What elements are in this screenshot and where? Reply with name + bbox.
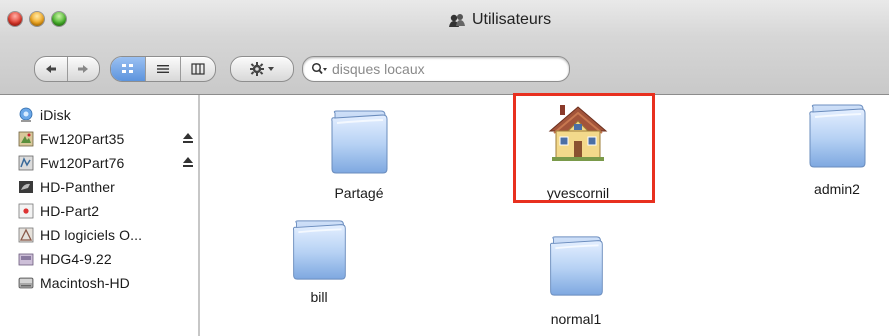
back-forward-control [34, 56, 100, 82]
folder-item-admin2[interactable]: admin2 [772, 103, 889, 213]
hard-drive-icon [18, 253, 34, 266]
item-label: normal1 [550, 311, 602, 327]
icon-view-icon [122, 64, 133, 73]
folder-icon [289, 219, 349, 281]
sidebar-item-label: Macintosh-HD [40, 275, 130, 291]
sidebar-item-fw120part35[interactable]: Fw120Part35 [18, 128, 198, 150]
sidebar-item-hd-logiciels[interactable]: HD logiciels O... [18, 224, 198, 246]
item-label: Partagé [334, 185, 384, 201]
firewire-drive-icon [18, 131, 34, 147]
sidebar-item-hdg4[interactable]: HDG4-9.22 [18, 248, 198, 270]
sidebar-item-label: Fw120Part76 [40, 155, 125, 171]
sidebar-item-fw120part76[interactable]: Fw120Part76 [18, 152, 198, 174]
eject-icon[interactable] [182, 155, 194, 169]
action-menu-cell[interactable] [231, 57, 293, 81]
sidebar-item-label: iDisk [40, 107, 71, 123]
sidebar-item-macintosh-hd[interactable]: Macintosh-HD [18, 272, 198, 294]
idisk-icon [19, 107, 33, 122]
search-field[interactable]: disques locaux [302, 56, 570, 82]
gear-icon [250, 62, 274, 76]
search-icon [311, 62, 327, 75]
sidebar-item-hd-panther[interactable]: HD-Panther [18, 176, 198, 198]
list-view-icon [157, 65, 169, 73]
hard-drive-icon [18, 227, 34, 243]
sidebar-item-label: HD-Panther [40, 179, 115, 195]
search-placeholder: disques locaux [332, 61, 425, 77]
folder-icon [329, 109, 389, 175]
back-button[interactable] [35, 57, 68, 81]
forward-arrow-icon [78, 65, 89, 73]
sidebar-item-label: HD-Part2 [40, 203, 100, 219]
sidebar: iDisk Fw120Part35 Fw120Part76 HD-Panther… [0, 95, 200, 336]
back-arrow-icon [45, 65, 56, 73]
view-mode-control [110, 56, 216, 82]
window-title-text: Utilisateurs [472, 11, 552, 28]
sidebar-item-idisk[interactable]: iDisk [18, 104, 198, 126]
firewire-drive-icon [18, 155, 34, 171]
hard-drive-icon [18, 275, 34, 291]
sidebar-item-label: HD logiciels O... [40, 227, 143, 243]
window-chrome: Utilisateurs disques locaux [0, 0, 889, 95]
users-folder-icon [449, 14, 465, 27]
minimize-button[interactable] [30, 12, 44, 26]
sidebar-item-hd-part2[interactable]: HD-Part2 [18, 200, 198, 222]
chevron-down-icon [268, 67, 274, 71]
zoom-button[interactable] [52, 12, 66, 26]
eject-icon[interactable] [182, 131, 194, 145]
item-label: admin2 [814, 181, 860, 197]
column-view-button[interactable] [181, 57, 215, 81]
item-label: bill [310, 289, 328, 305]
folder-icon [807, 103, 867, 169]
column-view-icon [191, 63, 205, 75]
folder-item-partage[interactable]: Partagé [294, 109, 424, 219]
hard-drive-icon [18, 203, 34, 219]
icon-view-button[interactable] [111, 57, 146, 81]
window-title: Utilisateurs [448, 10, 551, 30]
selection-highlight-box [513, 93, 655, 203]
list-view-button[interactable] [146, 57, 181, 81]
title-bar[interactable]: Utilisateurs [0, 0, 889, 40]
sidebar-item-label: HDG4-9.22 [40, 251, 112, 267]
action-menu-button[interactable] [230, 56, 294, 82]
sidebar-item-label: Fw120Part35 [40, 131, 125, 147]
close-button[interactable] [8, 12, 22, 26]
folder-item-normal1[interactable]: normal1 [511, 235, 641, 336]
finder-window: Utilisateurs disques locaux iDisk Fw120P… [0, 0, 889, 336]
hard-drive-icon [19, 181, 33, 193]
folder-item-bill[interactable]: bill [254, 219, 384, 329]
forward-button[interactable] [68, 57, 100, 81]
folder-icon [546, 235, 606, 297]
